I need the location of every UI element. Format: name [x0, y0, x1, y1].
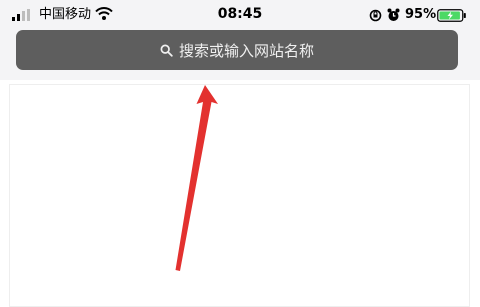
alarm-icon	[387, 8, 400, 21]
status-bar: 中国移动 08:45 95%	[0, 0, 480, 30]
search-placeholder: 搜索或输入网站名称	[178, 41, 314, 60]
page-content-area	[9, 84, 470, 307]
search-icon	[160, 44, 173, 57]
battery-percentage: 95%	[405, 7, 437, 22]
rotation-lock-icon	[369, 9, 382, 22]
search-bar[interactable]: 搜索或输入网站名称	[16, 30, 458, 70]
battery-icon	[437, 9, 466, 22]
